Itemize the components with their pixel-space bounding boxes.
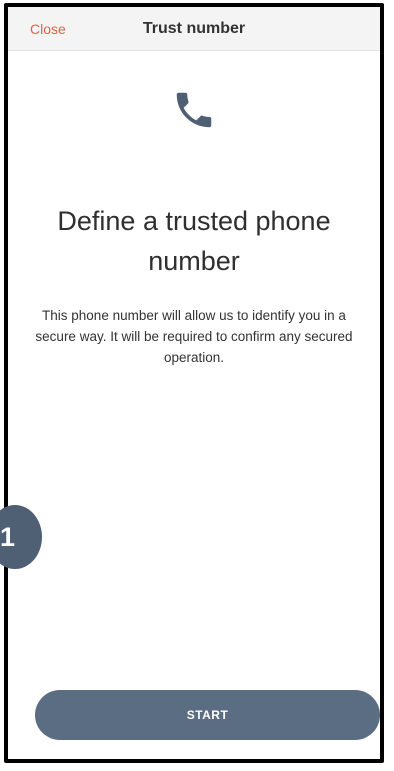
phone-icon xyxy=(176,92,212,128)
start-button[interactable]: START xyxy=(35,690,380,740)
description-text: This phone number will allow us to ident… xyxy=(35,308,353,365)
app-screen: Close Trust number Define a trusted phon… xyxy=(4,3,384,763)
top-bar: Close Trust number xyxy=(8,7,380,51)
screen-title: Trust number xyxy=(142,20,246,37)
page-heading: Define a trusted phone number xyxy=(57,206,331,276)
